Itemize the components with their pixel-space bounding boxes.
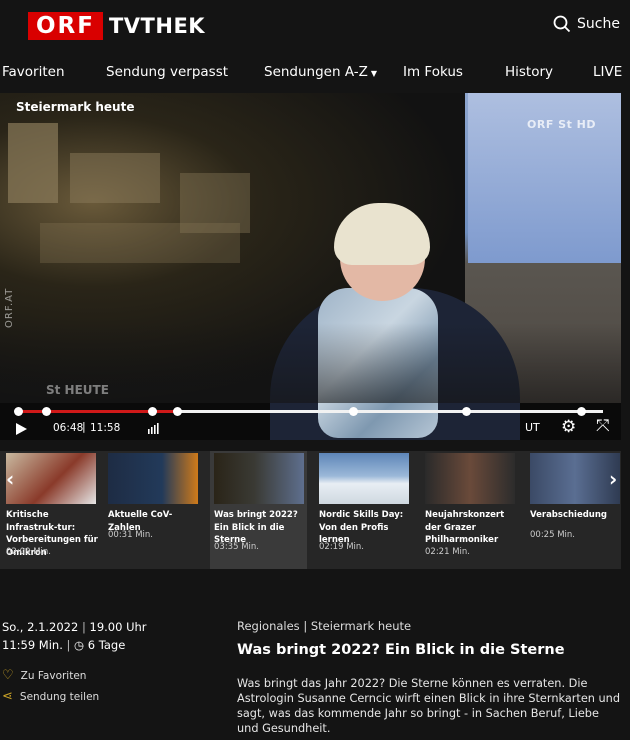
card-duration: 02:19 Min.	[319, 542, 364, 552]
carousel-card[interactable]: Verabschiedung 00:25 Min.	[526, 451, 621, 569]
carousel-card[interactable]: Neujahrskonzert der Grazer Philharmonike…	[421, 451, 518, 569]
card-title: Neujahrskonzert der Grazer Philharmonike…	[425, 510, 505, 545]
card-title: Was bringt 2022? Ein Blick in die Sterne	[214, 510, 298, 545]
chapter-marker[interactable]	[14, 407, 23, 416]
card-thumbnail	[108, 453, 198, 504]
card-title: Verabschiedung	[530, 510, 607, 520]
card-thumbnail	[425, 453, 515, 504]
card-title: Nordic Skills Day: Von den Profis lernen	[319, 510, 404, 545]
video-player[interactable]: Steiermark heute ORF.AT ORF St HD St HEU…	[0, 93, 621, 440]
chapter-marker[interactable]	[349, 407, 358, 416]
carousel-card[interactable]: Nordic Skills Day: Von den Profis lernen…	[315, 451, 412, 569]
time-separator: |	[82, 420, 86, 433]
subtitles-button[interactable]: UT	[525, 421, 540, 434]
carousel-card[interactable]: Kritische Infrastruk-tur: Vorbereitungen…	[2, 451, 99, 569]
logo-tvthek-text: TVTHEK	[108, 14, 206, 38]
nav-item-sendungen-az[interactable]: Sendungen A-Z ▼	[264, 64, 377, 80]
clock-icon: ◷	[74, 638, 85, 652]
card-thumbnail	[6, 453, 96, 504]
show-logo: St HEUTE	[46, 383, 109, 397]
favorite-button[interactable]: ♡ Zu Favoriten	[2, 668, 86, 683]
chapter-marker[interactable]	[42, 407, 51, 416]
card-thumbnail	[530, 453, 620, 504]
episode-description: Was bringt das Jahr 2022? Die Sterne kön…	[237, 677, 621, 735]
card-thumbnail	[214, 453, 304, 504]
total-duration: 11:58	[90, 422, 121, 434]
settings-gear-icon[interactable]: ⚙	[561, 419, 576, 436]
channel-logo: ORF St HD	[527, 118, 597, 131]
heart-icon: ♡	[2, 668, 14, 683]
favorite-label: Zu Favoriten	[20, 669, 87, 682]
separator: |	[81, 620, 90, 634]
category-breadcrumb[interactable]: Regionales | Steiermark heute	[237, 619, 411, 633]
share-button[interactable]: ⋖ Sendung teilen	[2, 689, 99, 704]
nav-item-sendung-verpasst[interactable]: Sendung verpasst	[106, 64, 228, 80]
play-icon[interactable]	[14, 422, 28, 436]
broadcast-date-time: So., 2.1.2022 | 19.00 Uhr	[2, 620, 147, 634]
playhead-handle[interactable]	[173, 407, 182, 416]
player-show-title: Steiermark heute	[16, 100, 135, 114]
orf-tvthek-logo[interactable]: ORF TVTHEK	[28, 12, 205, 40]
nav-item-im-fokus[interactable]: Im Fokus	[403, 64, 463, 80]
card-duration: 00:25 Min.	[530, 530, 575, 540]
availability: 6 Tage	[87, 638, 126, 652]
search-icon	[553, 15, 571, 33]
volume-icon[interactable]	[148, 422, 160, 434]
carousel-card-active[interactable]: Was bringt 2022? Ein Blick in die Sterne…	[210, 451, 307, 569]
card-duration: 00:31 Min.	[108, 530, 153, 540]
search-label: Suche	[577, 16, 620, 32]
header: ORF TVTHEK Suche	[0, 0, 630, 56]
carousel-card[interactable]: Aktuelle CoV-Zahlen 00:31 Min.	[104, 451, 201, 569]
card-duration: 03:35 Min.	[214, 542, 259, 552]
chapter-marker[interactable]	[577, 407, 586, 416]
broadcast-length: 11:59 Min.	[2, 638, 63, 652]
share-label: Sendung teilen	[19, 690, 100, 703]
main-nav: Favoriten Sendung verpasst Sendungen A-Z…	[0, 56, 630, 90]
chapter-marker[interactable]	[148, 407, 157, 416]
nav-item-history[interactable]: History	[505, 64, 553, 80]
broadcast-time: 19.00 Uhr	[89, 620, 147, 634]
carousel-next-arrow-icon[interactable]: ›	[609, 467, 617, 491]
chapter-carousel: Kritische Infrastruk-tur: Vorbereitungen…	[0, 451, 621, 569]
broadcast-date: So., 2.1.2022	[2, 620, 79, 634]
separator: |	[66, 638, 75, 652]
card-thumbnail	[319, 453, 409, 504]
fullscreen-icon[interactable]: ⤧	[596, 418, 610, 435]
current-time: 06:48	[53, 422, 84, 434]
card-duration: 02:21 Min.	[425, 547, 470, 557]
chapter-marker[interactable]	[462, 407, 471, 416]
logo-orf-text: ORF	[28, 12, 103, 40]
carousel-prev-arrow-icon[interactable]: ‹	[6, 467, 14, 491]
orf-watermark: ORF.AT	[4, 287, 15, 328]
progress-bar[interactable]	[14, 407, 603, 416]
caret-down-icon: ▼	[370, 69, 378, 78]
episode-title: Was bringt 2022? Ein Blick in die Sterne	[237, 642, 565, 658]
nav-item-favoriten[interactable]: Favoriten	[2, 64, 65, 80]
nav-item-sendungen-az-label: Sendungen A-Z	[264, 64, 368, 80]
search-button[interactable]: Suche	[553, 15, 620, 33]
broadcast-length-availability: 11:59 Min. | ◷ 6 Tage	[2, 638, 125, 652]
nav-item-live[interactable]: LIVE	[593, 64, 622, 80]
card-duration: 02:09 Min.	[6, 547, 51, 557]
share-icon: ⋖	[2, 689, 13, 704]
